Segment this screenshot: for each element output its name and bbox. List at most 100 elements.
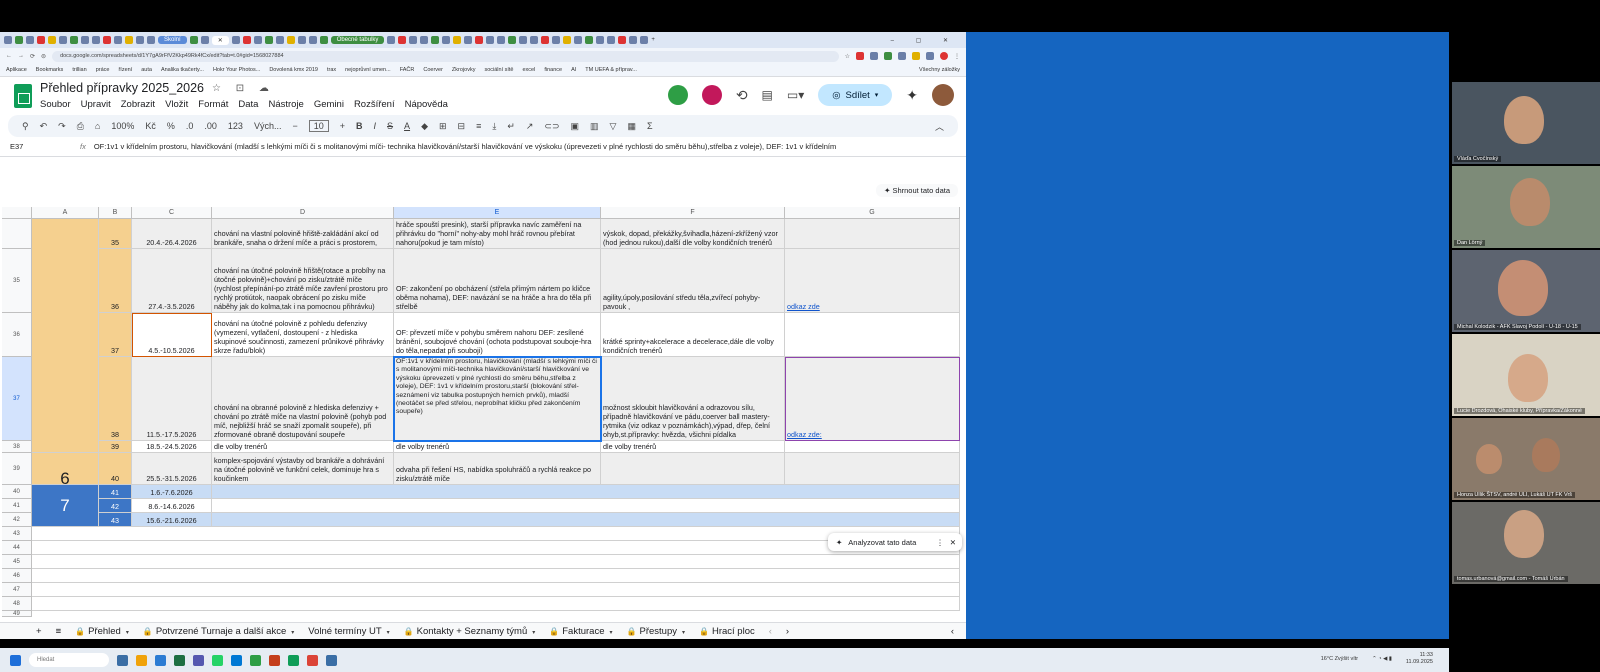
bookmark-item[interactable]: sociální sítě [484, 67, 513, 73]
menu-item[interactable]: Zobrazit [121, 99, 155, 110]
filter-icon[interactable]: ▽ [610, 121, 617, 132]
cell-link[interactable]: odkaz zde [785, 249, 960, 313]
sheet-tab[interactable]: 🔒 Přehled ▾ [75, 626, 129, 637]
row-header[interactable]: 47 [2, 583, 32, 597]
tab-favicon[interactable] [136, 36, 144, 44]
sheet-tab[interactable]: 🔒 Potvrzené Turnaje a další akce ▾ [143, 626, 294, 637]
extension-icon[interactable] [870, 52, 878, 60]
reload-icon[interactable]: ⟳ [30, 53, 35, 60]
cell-conditioning[interactable]: výskok, dopad, překážky,švihadla,házení-… [601, 219, 785, 249]
bookmark-item[interactable]: excel [523, 67, 536, 73]
cell-technique[interactable]: odvaha při řešení HS, nabídka spoluhráčů… [394, 453, 601, 485]
tab-favicon[interactable] [475, 36, 484, 44]
row-header[interactable]: 43 [2, 527, 32, 541]
row-header[interactable]: 35 [2, 249, 32, 313]
bookmark-item[interactable]: nejoprůvní umen... [345, 67, 391, 73]
decrease-decimal[interactable]: .0 [186, 121, 194, 131]
bookmark-item[interactable]: trillian [72, 67, 86, 73]
participant-tile[interactable]: Michal Kolodzik - AFK Slavoj Podolí - U-… [1452, 250, 1600, 332]
name-box[interactable]: E37 [0, 142, 80, 151]
taskbar-app-icon[interactable] [250, 654, 261, 666]
comment-icon[interactable]: ▣ [571, 121, 580, 132]
menu-item[interactable]: Data [238, 99, 258, 110]
participant-tile[interactable]: Dan Lörný [1452, 166, 1600, 248]
taskbar-app-icon[interactable] [193, 654, 204, 666]
row-header[interactable]: 42 [2, 513, 32, 527]
tab-favicon[interactable] [59, 36, 67, 44]
extension-icon[interactable] [926, 52, 934, 60]
cell-link[interactable] [785, 441, 960, 453]
align-icon[interactable]: ≡ [476, 121, 481, 131]
tab-favicon[interactable] [37, 36, 45, 44]
print-icon[interactable]: ⎙ [77, 121, 84, 132]
empty-row[interactable] [32, 555, 960, 569]
tab-favicon[interactable] [574, 36, 583, 44]
tab-favicon[interactable] [519, 36, 528, 44]
bookmark-item[interactable]: auta [141, 67, 152, 73]
tab-favicon[interactable] [147, 36, 155, 44]
tab-favicon[interactable] [308, 36, 317, 44]
text-color-icon[interactable]: A [404, 121, 410, 131]
url-field[interactable]: docs.google.com/spreadsheets/d/1Y7gA9rFf… [52, 50, 839, 62]
bookmark-item[interactable]: Dovolená kmx 2019 [269, 67, 318, 73]
collaborator-avatar[interactable] [667, 85, 688, 105]
bookmark-item[interactable]: řízení [118, 67, 132, 73]
strikethrough-icon[interactable]: S [387, 121, 393, 131]
site-info-icon[interactable]: ⊜ [41, 53, 46, 60]
row-header[interactable]: 37 [2, 357, 32, 441]
cell-tactics[interactable]: chování na vlastní polovině hřiště-zaklá… [212, 219, 394, 249]
sheet-tab[interactable]: 🔒 Hrací ploc [699, 626, 755, 637]
cell-link[interactable] [785, 453, 960, 485]
extension-icon[interactable] [884, 52, 892, 60]
tray-icons[interactable]: ⌃ ◔ ◀ ▮ [1372, 656, 1392, 662]
tab-favicon[interactable] [48, 36, 56, 44]
sheet-tab[interactable]: Volné termíny UT ▾ [308, 626, 389, 637]
sheet-tab[interactable]: 🔒 Kontakty + Seznamy týmů ▾ [404, 626, 536, 637]
doc-title[interactable]: Přehled přípravky 2025_2026 [40, 81, 204, 95]
weather-widget[interactable]: 16°C Zvýšit vítr [1321, 656, 1358, 662]
row-header[interactable]: 40 [2, 485, 32, 499]
tab-group-chip[interactable]: Obecné tabulky [330, 36, 385, 44]
extension-icon[interactable] [898, 52, 906, 60]
tab-favicon[interactable] [319, 36, 328, 44]
empty-row[interactable] [32, 569, 960, 583]
tab-favicon[interactable] [242, 36, 251, 44]
sheet-tab[interactable]: 🔒 Fakturace ▾ [549, 626, 612, 637]
week-number[interactable]: 36 [99, 249, 132, 313]
font-size-increase[interactable]: + [340, 121, 345, 131]
scroll-tabs-right-icon[interactable]: › [786, 626, 789, 637]
bookmark-item[interactable]: Zkrojovky [452, 67, 476, 73]
tab-favicon[interactable] [629, 36, 638, 44]
week-number[interactable]: 42 [99, 499, 132, 513]
participant-tile[interactable]: Lucie Drozdová, Ohaiské kluby, Přípravka… [1452, 334, 1600, 416]
bookmark-item[interactable]: Aplikace [6, 67, 27, 73]
empty-row[interactable] [32, 527, 960, 541]
menu-item[interactable]: Rozšíření [354, 99, 395, 110]
collapse-toolbar-icon[interactable]: ︿ [935, 120, 944, 133]
summarize-button[interactable]: ✦ Shrnout tato data [876, 184, 958, 197]
chart-icon[interactable]: ▥ [590, 121, 599, 132]
tab-favicon[interactable] [486, 36, 495, 44]
valign-icon[interactable]: ⤓ [492, 121, 496, 132]
bookmark-item[interactable]: Hokr Your Photos... [213, 67, 260, 73]
month-number[interactable]: 6 [32, 453, 99, 485]
percent-format[interactable]: % [167, 121, 175, 131]
collapse-sidebar-icon[interactable]: ‹ [951, 626, 954, 637]
all-sheets-icon[interactable]: ≡ [56, 626, 62, 637]
tab-favicon[interactable] [26, 36, 34, 44]
cell-tactics[interactable]: komplex-spojování výstavby od brankáře a… [212, 453, 394, 485]
italic-icon[interactable]: I [374, 121, 377, 131]
bookmark-item[interactable]: práce [96, 67, 110, 73]
tab-favicon[interactable] [4, 36, 12, 44]
menu-item[interactable]: Nápověda [405, 99, 448, 110]
font-select[interactable]: Vých... [254, 121, 282, 131]
cell-tactics[interactable]: chování na útočné polovině z pohledu def… [212, 313, 394, 357]
scroll-tabs-left-icon[interactable]: ‹ [769, 626, 772, 637]
filter-views-icon[interactable]: ▦ [627, 121, 636, 132]
forward-icon[interactable]: → [18, 53, 24, 59]
empty-row-fill[interactable] [212, 485, 960, 499]
tab-favicon[interactable] [114, 36, 122, 44]
row-header[interactable]: 48 [2, 597, 32, 611]
cell-technique[interactable]: dle volby trenérů [394, 441, 601, 453]
row-header[interactable]: 45 [2, 555, 32, 569]
